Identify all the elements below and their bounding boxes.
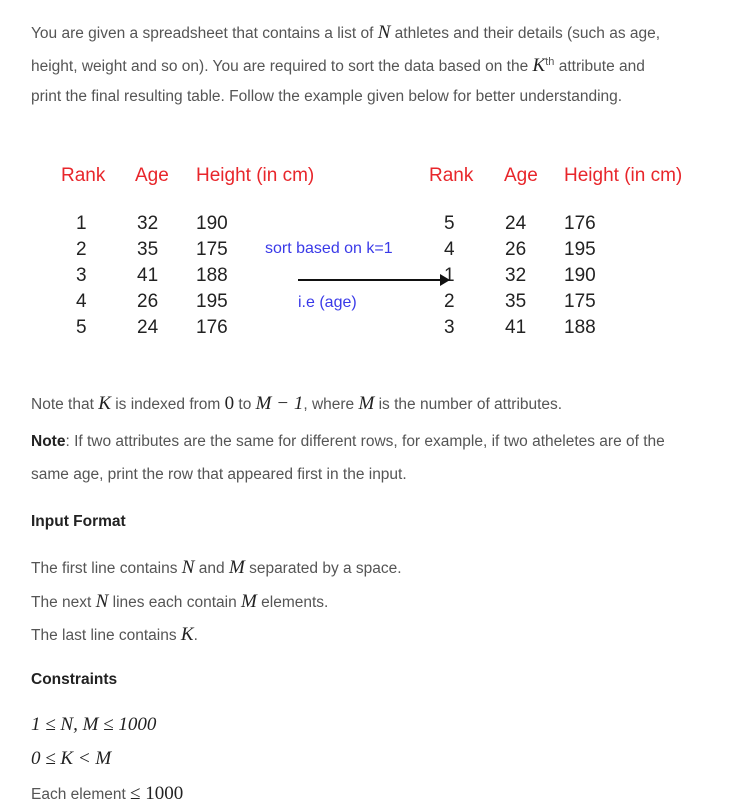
left-cell: 1	[76, 213, 87, 234]
math-zero: 0	[224, 393, 235, 414]
text: elements.	[256, 594, 329, 611]
constraints-heading: Constraints	[31, 671, 118, 688]
constraint-1: 1 ≤ N, M ≤ 1000	[31, 714, 157, 735]
input-line-2: The next N lines each contain M elements…	[31, 591, 328, 613]
right-cell: 2	[444, 291, 455, 312]
left-cell: 26	[137, 291, 159, 312]
intro-line-3: print the final resulting table. Follow …	[31, 88, 623, 105]
right-header-height: Height (in cm)	[564, 165, 683, 186]
left-cell: 188	[196, 265, 228, 286]
left-cell: 175	[196, 239, 228, 260]
left-header-age: Age	[135, 165, 169, 186]
intro-line-1: You are given a spreadsheet that contain…	[31, 22, 660, 44]
right-cell: 4	[444, 239, 455, 260]
left-header-rank: Rank	[61, 165, 106, 186]
input-format-heading: Input Format	[31, 513, 126, 530]
right-cell: 195	[564, 239, 596, 260]
text: The next	[31, 594, 96, 611]
text: and	[194, 560, 229, 577]
right-cell: 32	[505, 265, 527, 286]
math-n: N	[181, 557, 195, 578]
math-m: M	[358, 393, 375, 414]
text: height, weight and so on). You are requi…	[31, 58, 533, 75]
math-expr: M − 1	[255, 393, 304, 414]
left-cell: 2	[76, 239, 87, 260]
right-cell: 41	[505, 317, 527, 338]
text: lines each contain	[108, 594, 242, 611]
input-line-1: The first line contains N and M separate…	[31, 557, 402, 579]
right-header-age: Age	[504, 165, 538, 186]
right-cell: 35	[505, 291, 527, 312]
left-cell: 3	[76, 265, 87, 286]
text: You are given a spreadsheet that contain…	[31, 25, 378, 42]
math-n: N	[95, 591, 109, 612]
text: athletes and their details (such as age,	[390, 25, 661, 42]
left-cell: 35	[137, 239, 159, 260]
input-line-3: The last line contains K.	[31, 624, 198, 646]
text: separated by a space.	[244, 560, 402, 577]
text: .	[193, 627, 198, 644]
right-cell: 176	[564, 213, 596, 234]
constraint-2: 0 ≤ K < M	[31, 748, 112, 769]
math-expr: ≤ 1000	[130, 783, 184, 804]
intro-line-2: height, weight and so on). You are requi…	[31, 55, 645, 77]
math-m: M	[228, 557, 245, 578]
note-ties-line-2: same age, print the row that appeared fi…	[31, 466, 407, 483]
math-k: K	[532, 55, 546, 76]
text: : If two attributes are the same for dif…	[65, 433, 665, 450]
right-cell: 5	[444, 213, 455, 234]
left-header-height: Height (in cm)	[196, 165, 315, 186]
text: Each element	[31, 786, 131, 803]
right-header-rank: Rank	[429, 165, 474, 186]
right-cell: 26	[505, 239, 527, 260]
example-figure: Rank Age Height (in cm) Rank Age Height …	[40, 150, 700, 350]
right-cell: 188	[564, 317, 596, 338]
note-ties-line-1: Note: If two attributes are the same for…	[31, 433, 665, 451]
math-k: K	[98, 393, 111, 414]
note-indexing: Note that K is indexed from 0 to M − 1, …	[31, 393, 562, 415]
text: is the number of attributes.	[374, 396, 563, 413]
right-cell: 190	[564, 265, 596, 286]
left-cell: 195	[196, 291, 228, 312]
left-cell: 190	[196, 213, 228, 234]
note-label: Note	[31, 433, 66, 450]
left-cell: 24	[137, 317, 159, 338]
right-cell: 3	[444, 317, 455, 338]
text: attribute and	[554, 58, 645, 75]
arrow-label-top: sort based on k=1	[265, 240, 393, 257]
left-cell: 41	[137, 265, 159, 286]
arrow-label-bottom: i.e (age)	[298, 294, 357, 311]
text: The last line contains	[31, 627, 181, 644]
left-cell: 176	[196, 317, 228, 338]
text: , where	[303, 396, 359, 413]
math-m: M	[241, 591, 257, 612]
math-n: N	[377, 22, 391, 43]
left-cell: 4	[76, 291, 87, 312]
constraint-3: Each element ≤ 1000	[31, 783, 183, 805]
left-cell: 32	[137, 213, 159, 234]
right-cell: 24	[505, 213, 527, 234]
left-cell: 5	[76, 317, 87, 338]
text: The first line contains	[31, 560, 182, 577]
right-cell: 175	[564, 291, 596, 312]
math-k: K	[180, 624, 194, 645]
arrow-icon	[298, 274, 450, 286]
text: to	[234, 396, 256, 413]
text: is indexed from	[110, 396, 225, 413]
text: Note that	[31, 396, 99, 413]
